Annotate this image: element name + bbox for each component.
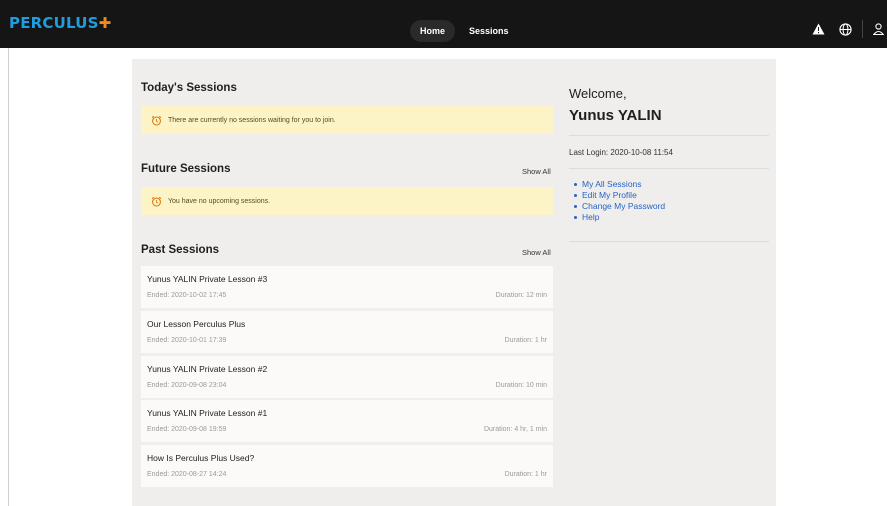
- toolbar-divider: [862, 20, 863, 38]
- profile-links: My All Sessions Edit My Profile Change M…: [573, 179, 665, 223]
- divider: [569, 135, 769, 136]
- user-icon[interactable]: [870, 21, 886, 37]
- globe-icon[interactable]: [837, 21, 853, 37]
- link-my-all-sessions[interactable]: My All Sessions: [573, 179, 665, 190]
- welcome-text: Welcome,: [569, 86, 627, 101]
- session-title: Yunus YALIN Private Lesson #1: [147, 408, 268, 418]
- session-duration: Duration: 1 hr: [504, 471, 547, 478]
- link-change-password[interactable]: Change My Password: [573, 201, 665, 212]
- past-sessions-title: Past Sessions: [141, 244, 219, 256]
- link-help[interactable]: Help: [573, 212, 665, 223]
- alarm-clock-icon: [151, 115, 162, 126]
- perculus-logo[interactable]: PERCULUS✚: [9, 14, 111, 32]
- session-card[interactable]: How Is Perculus Plus Used? Ended: 2020-0…: [141, 445, 553, 487]
- today-sessions-title: Today's Sessions: [141, 82, 237, 94]
- session-title: Yunus YALIN Private Lesson #3: [147, 274, 268, 284]
- session-title: How Is Perculus Plus Used?: [147, 453, 255, 463]
- session-ended: Ended: 2020-09-08 19:59: [147, 426, 227, 433]
- future-show-all-link[interactable]: Show All: [522, 167, 551, 176]
- warning-icon[interactable]: [810, 21, 826, 37]
- nav-sessions[interactable]: Sessions: [459, 20, 519, 42]
- today-sessions-notice: There are currently no sessions waiting …: [141, 106, 553, 134]
- divider: [569, 241, 769, 242]
- divider: [569, 168, 769, 169]
- today-notice-text: There are currently no sessions waiting …: [168, 116, 336, 124]
- session-ended: Ended: 2020-08-27 14:24: [147, 471, 227, 478]
- session-ended: Ended: 2020-09-08 23:04: [147, 382, 227, 389]
- session-ended: Ended: 2020-10-01 17:39: [147, 337, 227, 344]
- user-name: Yunus YALIN: [569, 107, 662, 124]
- session-duration: Duration: 1 hr: [504, 337, 547, 344]
- future-sessions-notice: You have no upcoming sessions.: [141, 187, 553, 215]
- session-duration: Duration: 12 min: [495, 292, 547, 299]
- session-title: Our Lesson Perculus Plus: [147, 319, 246, 329]
- alarm-clock-icon: [151, 196, 162, 207]
- session-card[interactable]: Our Lesson Perculus Plus Ended: 2020-10-…: [141, 311, 553, 353]
- session-title: Yunus YALIN Private Lesson #2: [147, 364, 268, 374]
- session-card[interactable]: Yunus YALIN Private Lesson #3 Ended: 202…: [141, 266, 553, 308]
- link-edit-profile[interactable]: Edit My Profile: [573, 190, 665, 201]
- top-navbar: PERCULUS✚ Home Sessions: [0, 0, 887, 48]
- future-sessions-title: Future Sessions: [141, 163, 231, 175]
- session-ended: Ended: 2020-10-02 17:45: [147, 292, 227, 299]
- nav-home[interactable]: Home: [410, 20, 456, 42]
- main-nav: Home Sessions: [410, 20, 519, 42]
- session-duration: Duration: 10 min: [495, 382, 547, 389]
- session-card[interactable]: Yunus YALIN Private Lesson #1 Ended: 202…: [141, 400, 553, 442]
- future-notice-text: You have no upcoming sessions.: [168, 197, 271, 205]
- session-duration: Duration: 4 hr, 1 min: [483, 426, 547, 433]
- last-login: Last Login: 2020-10-08 11:54: [569, 148, 673, 157]
- session-card[interactable]: Yunus YALIN Private Lesson #2 Ended: 202…: [141, 356, 553, 398]
- past-show-all-link[interactable]: Show All: [522, 248, 551, 257]
